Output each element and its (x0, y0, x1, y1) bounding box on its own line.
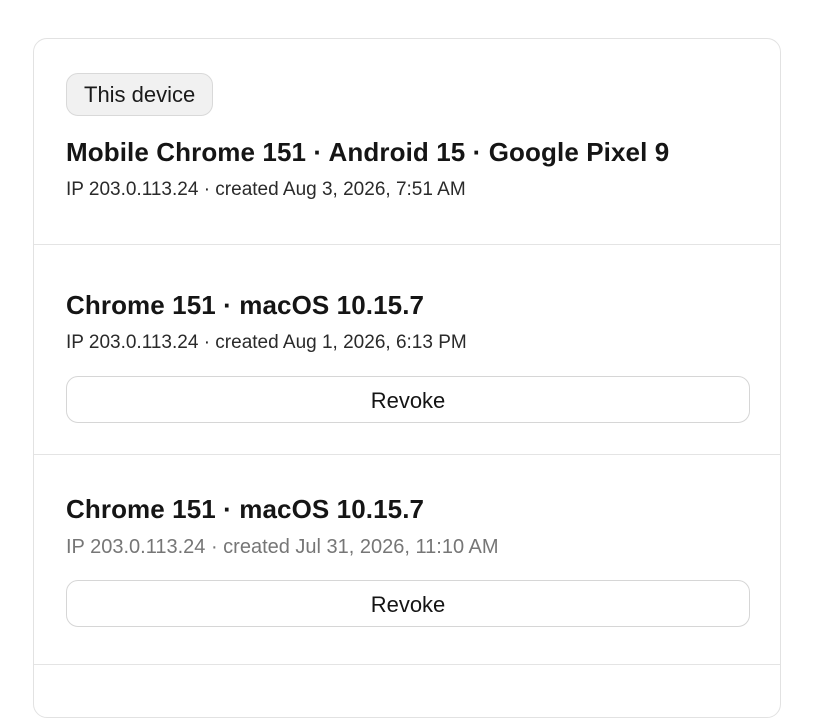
session-meta: IP 203.0.113.24 · created Aug 3, 2026, 7… (66, 179, 466, 200)
this-device-badge: This device (66, 73, 214, 116)
session-item: Chrome 151 · macOS 10.15.7 IP 203.0.113.… (34, 245, 780, 455)
revoke-button[interactable]: Revoke (66, 376, 750, 423)
session-item-current: This device Mobile Chrome 151 · Android … (34, 39, 780, 245)
revoke-button[interactable]: Revoke (66, 580, 750, 627)
session-item: Chrome 151 · macOS 10.15.7 IP 203.0.113.… (34, 455, 780, 665)
session-meta: IP 203.0.113.24 · created Aug 1, 2026, 6… (66, 332, 467, 353)
session-meta: IP 203.0.113.24 · created Jul 31, 2026, … (66, 536, 499, 558)
session-title: Chrome 151 · macOS 10.15.7 (66, 290, 425, 320)
session-title: Mobile Chrome 151 · Android 15 · Google … (66, 137, 670, 167)
sessions-card: This device Mobile Chrome 151 · Android … (33, 38, 781, 718)
session-title: Chrome 151 · macOS 10.15.7 (66, 494, 425, 524)
